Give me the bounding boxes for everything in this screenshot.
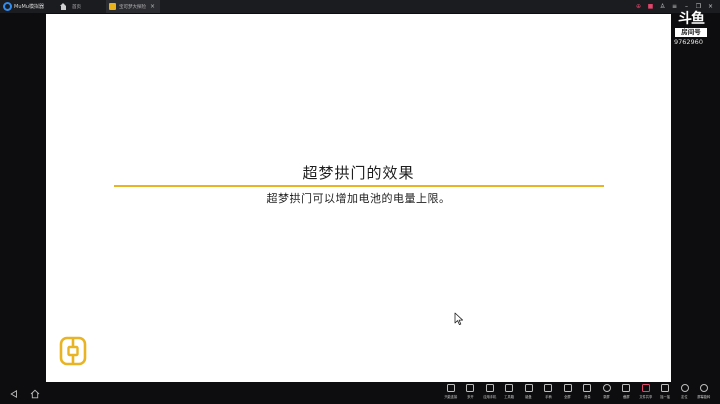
phone-icon — [485, 384, 494, 392]
toolbar-label: 文件共享 — [639, 394, 653, 399]
user-icon[interactable]: ♙ — [659, 0, 666, 13]
gift-icon[interactable]: ■ — [647, 0, 654, 13]
folder-icon — [641, 384, 650, 392]
toolbar-item-rotate[interactable]: 屏幕旋转 — [695, 382, 715, 404]
title-underline — [114, 185, 604, 187]
back-icon[interactable] — [10, 390, 18, 398]
emulator-screen[interactable]: 超梦拱门的效果 超梦拱门可以增加电池的电量上限。 — [46, 14, 671, 382]
toolbar-label: 截屏 — [623, 394, 630, 399]
page-title: 超梦拱门的效果 — [302, 164, 415, 182]
bottom-toolbar: 只能连接 多开 应用手机 工具箱 键盘 手柄 全屏 音量 录屏 截屏 文件共享 — [441, 382, 720, 404]
screenshot-icon — [622, 384, 631, 392]
tab-game[interactable]: 宝可梦大探险 × — [106, 0, 160, 13]
watermark-room-number: 9762960 — [674, 38, 703, 46]
cursor-icon — [446, 384, 455, 392]
location-icon — [680, 384, 689, 392]
douyu-watermark: 斗鱼 房间号 9762960 — [668, 10, 720, 50]
toolbar-item-location[interactable]: 定位 — [675, 382, 695, 404]
mumu-logo-icon — [3, 2, 12, 11]
toolbar-label: 键盘 — [525, 394, 532, 399]
notification-icon[interactable]: ⊕ — [635, 0, 642, 13]
mouse-cursor-icon — [454, 312, 463, 325]
toolbar-label: 定位 — [681, 394, 688, 399]
gamepad-icon — [544, 384, 553, 392]
fullscreen-icon — [563, 384, 572, 392]
toolbar-label: 手柄 — [545, 394, 552, 399]
home-icon — [60, 3, 67, 10]
toolbar-item-file-share[interactable]: 文件共享 — [636, 382, 656, 404]
tab-game-label: 宝可梦大探险 — [119, 4, 146, 10]
toolbar-label: 应用手机 — [483, 394, 497, 399]
game-app-icon — [109, 3, 116, 10]
toolbar-item-fullscreen[interactable]: 全屏 — [558, 382, 578, 404]
watermark-room-tag: 房间号 — [675, 28, 707, 37]
toolbar-item-multi-window[interactable]: 多开 — [461, 382, 481, 404]
volume-icon — [583, 384, 592, 392]
toolbar-label: 录屏 — [603, 394, 610, 399]
tab-home-label: 首页 — [72, 4, 81, 10]
page-subtitle: 超梦拱门可以增加电池的电量上限。 — [266, 192, 451, 205]
title-bar: MuMu模拟器 首页 宝可梦大探险 × ⊕ ■ ♙ ≡ – ❐ × — [0, 0, 720, 13]
toolbar-label: 工具箱 — [504, 394, 515, 399]
toolbox-icon — [505, 384, 514, 392]
toolbar-label: 屏幕旋转 — [697, 394, 711, 399]
toolbar-item-gamepad[interactable]: 手柄 — [539, 382, 559, 404]
tab-home[interactable]: 首页 — [56, 0, 108, 13]
home-nav-icon[interactable] — [30, 389, 40, 399]
multi-window-icon — [466, 384, 475, 392]
app-name: MuMu模拟器 — [14, 4, 44, 10]
toolbar-item-smart-connect[interactable]: 只能连接 — [441, 382, 461, 404]
toolbar-item-shake[interactable]: 摇一摇 — [656, 382, 676, 404]
shake-icon — [661, 384, 670, 392]
record-icon — [602, 384, 611, 392]
toolbar-label: 摇一摇 — [660, 394, 671, 399]
toolbar-label: 音量 — [584, 394, 591, 399]
game-logo-icon — [59, 336, 87, 366]
toolbar-item-record[interactable]: 录屏 — [597, 382, 617, 404]
toolbar-item-screenshot[interactable]: 截屏 — [617, 382, 637, 404]
android-nav — [0, 384, 60, 404]
toolbar-item-keyboard[interactable]: 键盘 — [519, 382, 539, 404]
toolbar-label: 多开 — [467, 394, 474, 399]
app-brand: MuMu模拟器 — [0, 0, 56, 13]
toolbar-label: 只能连接 — [444, 394, 458, 399]
toolbar-item-volume[interactable]: 音量 — [578, 382, 598, 404]
toolbar-item-phone[interactable]: 应用手机 — [480, 382, 500, 404]
toolbar-label: 全屏 — [564, 394, 571, 399]
watermark-logo: 斗鱼 — [678, 11, 705, 27]
tab-close-icon[interactable]: × — [150, 3, 155, 10]
keyboard-icon — [524, 384, 533, 392]
toolbar-item-toolbox[interactable]: 工具箱 — [500, 382, 520, 404]
rotate-icon — [700, 384, 709, 392]
